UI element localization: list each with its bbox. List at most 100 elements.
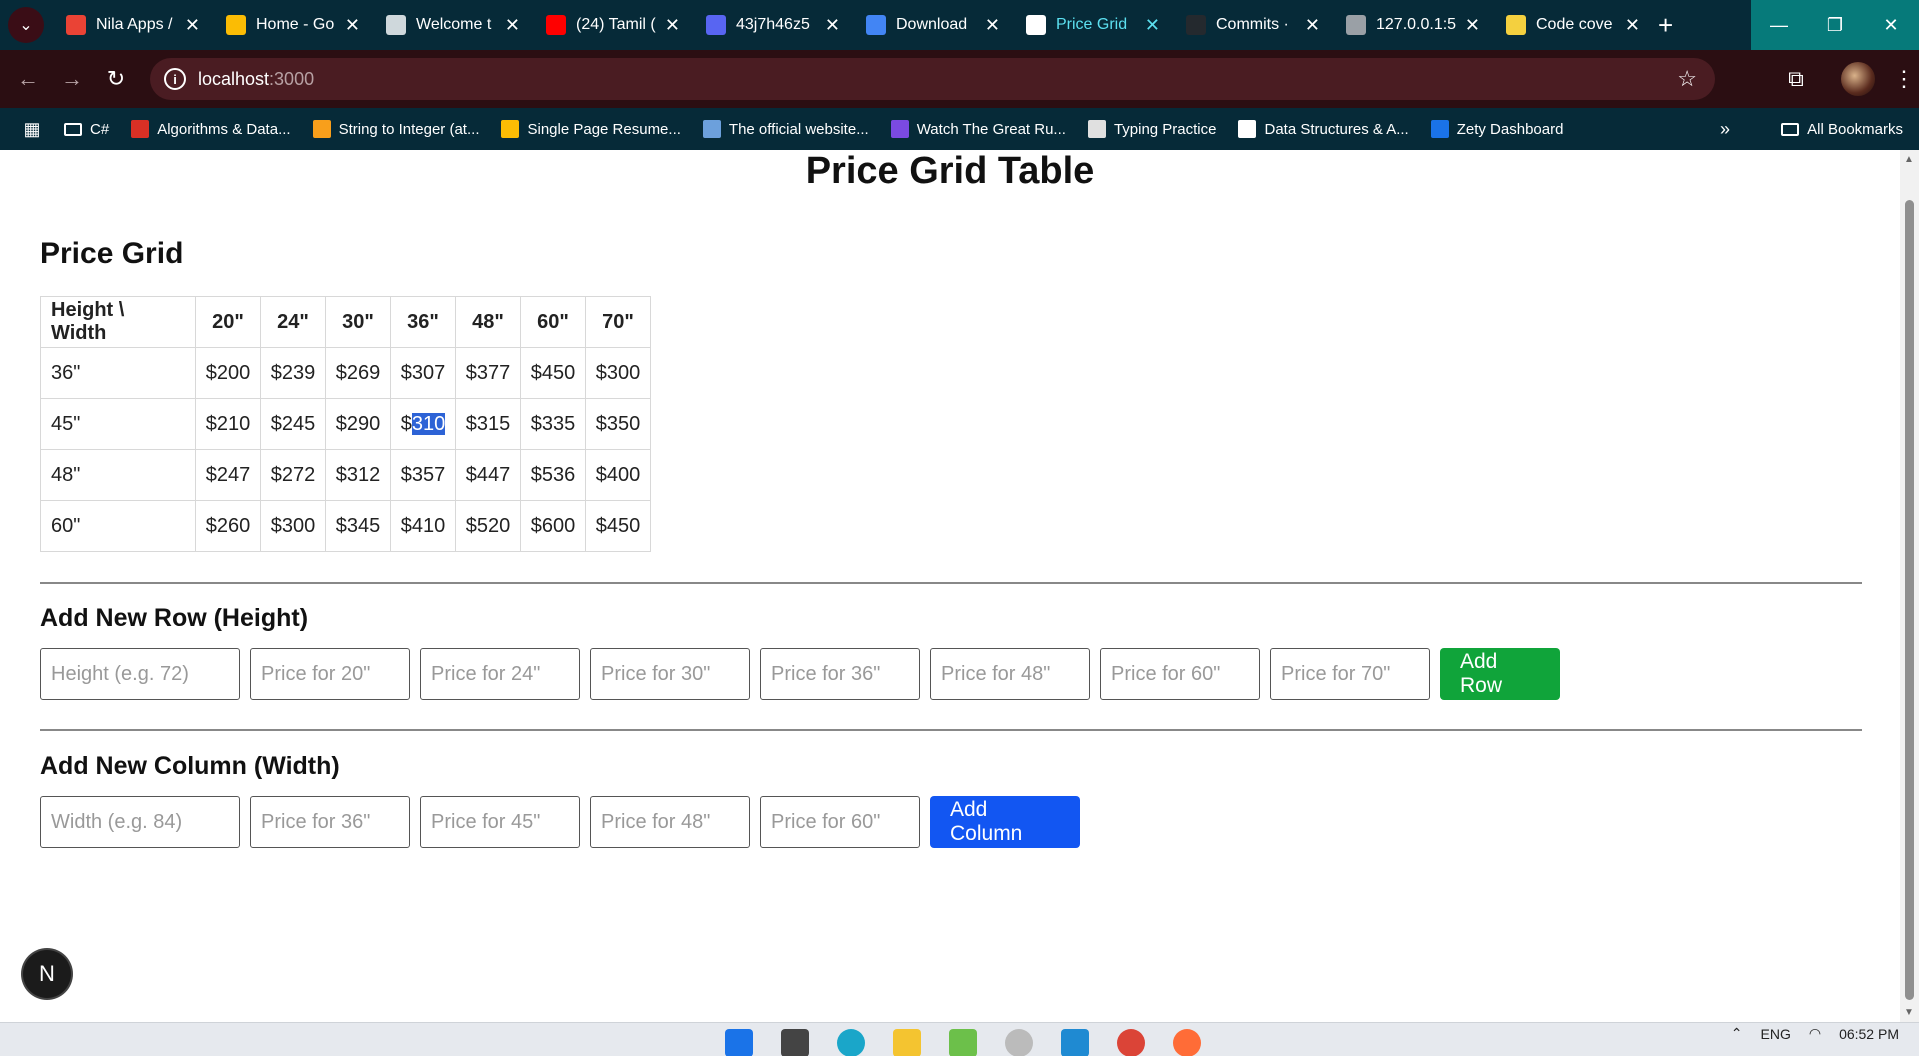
- tab-close-icon[interactable]: ✕: [1305, 15, 1320, 36]
- apps-grid-icon[interactable]: ▦: [0, 119, 64, 140]
- chatgpt-icon[interactable]: [1005, 1029, 1033, 1056]
- wifi-icon[interactable]: ◠: [1809, 1025, 1821, 1042]
- browser-tab[interactable]: Welcome t ✕: [370, 0, 530, 50]
- price-cell[interactable]: $447: [455, 449, 521, 501]
- tab-search-button[interactable]: ⌄: [8, 7, 44, 43]
- price-cell[interactable]: $269: [325, 347, 391, 399]
- price-cell[interactable]: $350: [585, 398, 651, 450]
- file-explorer-icon[interactable]: [893, 1029, 921, 1056]
- all-bookmarks-button[interactable]: All Bookmarks: [1781, 121, 1903, 138]
- price-cell[interactable]: $200: [195, 347, 261, 399]
- browser-tab[interactable]: 127.0.0.1:5 ✕: [1330, 0, 1490, 50]
- price-cell[interactable]: $272: [260, 449, 326, 501]
- tab-close-icon[interactable]: ✕: [185, 15, 200, 36]
- tab-close-icon[interactable]: ✕: [1625, 15, 1640, 36]
- reload-button[interactable]: ↻: [94, 66, 138, 92]
- bookmark-item[interactable]: Algorithms & Data...: [131, 120, 291, 138]
- row-price-input[interactable]: Price for 60": [1100, 648, 1260, 700]
- add-column-button[interactable]: Add Column: [930, 796, 1080, 848]
- tab-close-icon[interactable]: ✕: [505, 15, 520, 36]
- vscode-icon[interactable]: [1061, 1029, 1089, 1056]
- price-cell[interactable]: $377: [455, 347, 521, 399]
- restore-button[interactable]: ❐: [1807, 0, 1863, 50]
- price-cell[interactable]: $310: [390, 398, 456, 450]
- close-window-button[interactable]: ✕: [1863, 0, 1919, 50]
- back-button[interactable]: ←: [6, 66, 50, 92]
- row-price-input[interactable]: Price for 70": [1270, 648, 1430, 700]
- tab-close-icon[interactable]: ✕: [1465, 15, 1480, 36]
- price-cell[interactable]: $300: [585, 347, 651, 399]
- row-price-input[interactable]: Price for 30": [590, 648, 750, 700]
- column-price-input[interactable]: Price for 60": [760, 796, 920, 848]
- tab-close-icon[interactable]: ✕: [985, 15, 1000, 36]
- price-cell[interactable]: $300: [260, 500, 326, 552]
- scroll-down-arrow-icon[interactable]: ▼: [1904, 1007, 1914, 1018]
- forward-button[interactable]: →: [50, 66, 94, 92]
- price-cell[interactable]: $210: [195, 398, 261, 450]
- width-input[interactable]: Width (e.g. 84): [40, 796, 240, 848]
- browser-tab[interactable]: Code cove ✕: [1490, 0, 1650, 50]
- row-price-input[interactable]: Price for 36": [760, 648, 920, 700]
- profile-avatar[interactable]: [1841, 62, 1875, 96]
- task-view-icon[interactable]: [781, 1029, 809, 1056]
- browser-tab[interactable]: Nila Apps / ✕: [50, 0, 210, 50]
- price-cell[interactable]: $307: [390, 347, 456, 399]
- height-input[interactable]: Height (e.g. 72): [40, 648, 240, 700]
- tab-close-icon[interactable]: ✕: [1145, 15, 1160, 36]
- menu-kebab-icon[interactable]: ⋮: [1889, 66, 1919, 92]
- edge-icon[interactable]: [837, 1029, 865, 1056]
- price-cell[interactable]: $290: [325, 398, 391, 450]
- bookmark-item[interactable]: Watch The Great Ru...: [890, 120, 1066, 138]
- bookmark-item[interactable]: Typing Practice: [1087, 120, 1216, 138]
- browser-tab[interactable]: Commits · ✕: [1170, 0, 1330, 50]
- minimize-button[interactable]: —: [1751, 0, 1807, 50]
- row-price-input[interactable]: Price for 48": [930, 648, 1090, 700]
- browser-tab[interactable]: Download ✕: [850, 0, 1010, 50]
- extensions-icon[interactable]: ⧉: [1765, 66, 1827, 92]
- tab-close-icon[interactable]: ✕: [825, 15, 840, 36]
- store-icon[interactable]: [949, 1029, 977, 1056]
- language-indicator[interactable]: ENG: [1761, 1026, 1791, 1042]
- price-cell[interactable]: $312: [325, 449, 391, 501]
- browser-tab[interactable]: Price Grid ✕: [1010, 0, 1170, 50]
- price-cell[interactable]: $335: [520, 398, 586, 450]
- nextjs-dev-badge[interactable]: N: [23, 950, 71, 998]
- browser-tab[interactable]: 43j7h46z5 ✕: [690, 0, 850, 50]
- row-price-input[interactable]: Price for 24": [420, 648, 580, 700]
- bookmark-item[interactable]: Single Page Resume...: [501, 120, 681, 138]
- new-tab-button[interactable]: +: [1658, 10, 1673, 41]
- price-cell[interactable]: $239: [260, 347, 326, 399]
- price-cell[interactable]: $450: [585, 500, 651, 552]
- clock[interactable]: 06:52 PM: [1839, 1026, 1899, 1042]
- more-bookmarks-button[interactable]: »: [1720, 119, 1730, 140]
- row-price-input[interactable]: Price for 20": [250, 648, 410, 700]
- column-price-input[interactable]: Price for 36": [250, 796, 410, 848]
- add-row-button[interactable]: Add Row: [1440, 648, 1560, 700]
- column-price-input[interactable]: Price for 48": [590, 796, 750, 848]
- price-cell[interactable]: $536: [520, 449, 586, 501]
- site-info-icon[interactable]: i: [164, 68, 186, 90]
- price-cell[interactable]: $400: [585, 449, 651, 501]
- tab-close-icon[interactable]: ✕: [665, 15, 680, 36]
- price-cell[interactable]: $357: [390, 449, 456, 501]
- postman-icon[interactable]: [1173, 1029, 1201, 1056]
- price-cell[interactable]: $600: [520, 500, 586, 552]
- bookmark-item[interactable]: String to Integer (at...: [312, 120, 479, 138]
- address-bar[interactable]: i localhost:3000 ☆: [150, 58, 1715, 100]
- chrome-icon[interactable]: [1117, 1029, 1145, 1056]
- scroll-up-arrow-icon[interactable]: ▲: [1904, 154, 1914, 165]
- price-cell[interactable]: $410: [390, 500, 456, 552]
- price-cell[interactable]: $247: [195, 449, 261, 501]
- tray-chevron-icon[interactable]: ⌃: [1731, 1025, 1743, 1042]
- tab-close-icon[interactable]: ✕: [345, 15, 360, 36]
- price-cell[interactable]: $345: [325, 500, 391, 552]
- scrollbar-thumb[interactable]: [1905, 200, 1914, 1000]
- price-cell[interactable]: $260: [195, 500, 261, 552]
- bookmark-star-icon[interactable]: ☆: [1677, 66, 1697, 92]
- page-scrollbar[interactable]: ▲ ▼: [1900, 150, 1919, 1022]
- bookmark-item[interactable]: Zety Dashboard: [1430, 120, 1563, 138]
- price-cell[interactable]: $245: [260, 398, 326, 450]
- column-price-input[interactable]: Price for 45": [420, 796, 580, 848]
- bookmark-item[interactable]: Data Structures & A...: [1238, 120, 1409, 138]
- price-cell[interactable]: $315: [455, 398, 521, 450]
